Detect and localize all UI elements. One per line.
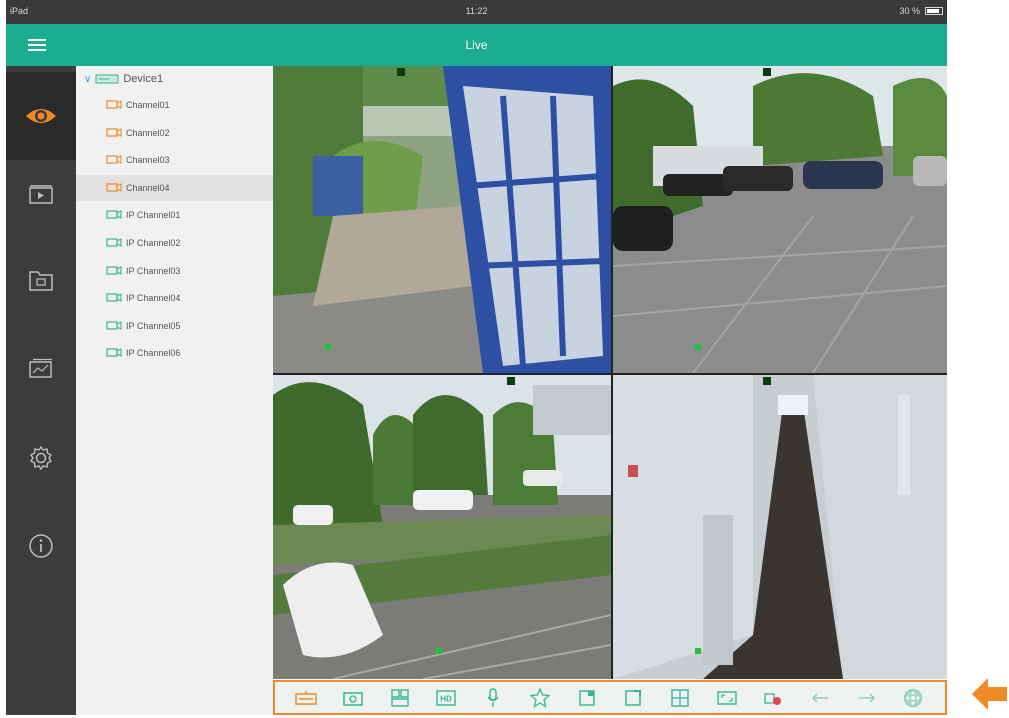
highlight-arrow-icon — [972, 675, 1008, 718]
eye-icon — [26, 109, 56, 123]
folder-icon — [29, 271, 53, 291]
page-title: Live — [465, 38, 488, 52]
arrow-right-icon[interactable] — [856, 687, 878, 709]
channel-item[interactable]: IP Channel03 — [76, 258, 273, 284]
channel-label: IP Channel04 — [126, 293, 181, 304]
channel-label: IP Channel06 — [126, 348, 181, 359]
nav-live[interactable] — [6, 72, 76, 160]
osd-label — [397, 68, 405, 76]
aspect-ratio-icon[interactable] — [716, 687, 738, 709]
nav-info[interactable] — [6, 502, 76, 590]
nav-files[interactable] — [6, 236, 76, 324]
channel-item[interactable]: IP Channel02 — [76, 230, 273, 256]
svg-text:HD: HD — [441, 694, 453, 703]
channel-label: Channel01 — [126, 100, 170, 110]
channel-label: IP Channel05 — [126, 320, 181, 331]
app-header: Live — [6, 24, 947, 66]
layout-icon[interactable] — [389, 687, 411, 709]
camera-feed-4 — [613, 375, 947, 679]
camera-feed-3 — [273, 375, 611, 679]
camera-feed-2 — [613, 66, 947, 373]
record-stop-icon[interactable] — [762, 687, 784, 709]
clock: 11:22 — [465, 6, 488, 16]
channel-item[interactable]: Channel04 — [76, 174, 273, 201]
video-tile[interactable] — [613, 375, 947, 679]
analog-camera-icon — [106, 98, 122, 112]
ip-camera-icon — [106, 236, 122, 250]
ip-camera-icon — [106, 208, 122, 222]
channel-item[interactable]: IP Channel01 — [76, 202, 273, 228]
nav-playback[interactable] — [6, 150, 76, 238]
live-toolbar: HD — [273, 680, 947, 715]
device-tree: ∨ Device1 Channel01 Channel02 Channel03 Cha… — [76, 66, 273, 715]
live-view-grid — [273, 66, 947, 679]
motion-marker — [695, 344, 701, 350]
hd-icon[interactable]: HD — [435, 687, 457, 709]
camera-feed-1 — [273, 66, 611, 373]
video-tile[interactable] — [273, 375, 611, 679]
battery-icon — [925, 7, 943, 15]
nav-pictures[interactable] — [6, 324, 76, 412]
channel-label: IP Channel03 — [126, 265, 181, 276]
battery-percent: 30 % — [899, 6, 920, 16]
channel-label: Channel04 — [126, 182, 170, 193]
channel-label: Channel03 — [126, 155, 170, 166]
osd-label — [763, 68, 771, 76]
channel-label: Channel02 — [126, 127, 170, 138]
status-bar: iPad 11:22 30 % — [6, 0, 947, 24]
chevron-down-icon: ∨ — [84, 73, 92, 85]
sidebar — [6, 66, 76, 715]
dvr-device-icon — [95, 74, 119, 84]
ip-camera-icon — [106, 319, 122, 333]
motion-marker — [325, 344, 331, 350]
grid-view-icon[interactable] — [669, 687, 691, 709]
snapshot-icon[interactable] — [342, 687, 364, 709]
device-node[interactable]: ∨ Device1 — [84, 69, 163, 89]
ptz-icon[interactable] — [902, 687, 924, 709]
analog-camera-icon — [106, 181, 122, 195]
status-icons: 30 % — [899, 6, 943, 16]
channel-item[interactable]: IP Channel05 — [76, 313, 273, 339]
single-view-icon[interactable] — [576, 687, 598, 709]
ip-camera-icon — [106, 291, 122, 305]
playback-icon — [29, 185, 53, 204]
analog-camera-icon — [106, 126, 122, 140]
motion-marker — [695, 648, 701, 654]
favorite-star-icon[interactable] — [529, 687, 551, 709]
gear-icon — [30, 445, 52, 471]
nav-settings[interactable] — [6, 414, 76, 502]
video-tile[interactable] — [273, 66, 611, 373]
channel-item[interactable]: Channel02 — [76, 120, 273, 146]
channel-item[interactable]: IP Channel06 — [76, 340, 273, 366]
channel-item[interactable]: IP Channel04 — [76, 285, 273, 311]
osd-label — [507, 377, 515, 385]
channel-item[interactable]: Channel03 — [76, 147, 273, 173]
device-name: Device1 — [123, 73, 164, 85]
video-tile[interactable] — [613, 66, 947, 373]
osd-label — [763, 377, 771, 385]
stream-icon[interactable] — [295, 687, 318, 709]
motion-marker — [436, 648, 442, 654]
channel-item[interactable]: Channel01 — [76, 92, 273, 118]
microphone-icon[interactable] — [482, 687, 504, 709]
picture-icon — [29, 358, 52, 378]
arrow-left-icon[interactable] — [809, 687, 831, 709]
ip-camera-icon — [106, 346, 122, 360]
info-icon — [29, 534, 53, 558]
channel-label: IP Channel02 — [126, 238, 181, 248]
fullscreen-icon[interactable] — [622, 687, 644, 709]
ip-camera-icon — [106, 264, 122, 278]
analog-camera-icon — [106, 153, 122, 167]
channel-label: IP Channel01 — [126, 210, 181, 221]
